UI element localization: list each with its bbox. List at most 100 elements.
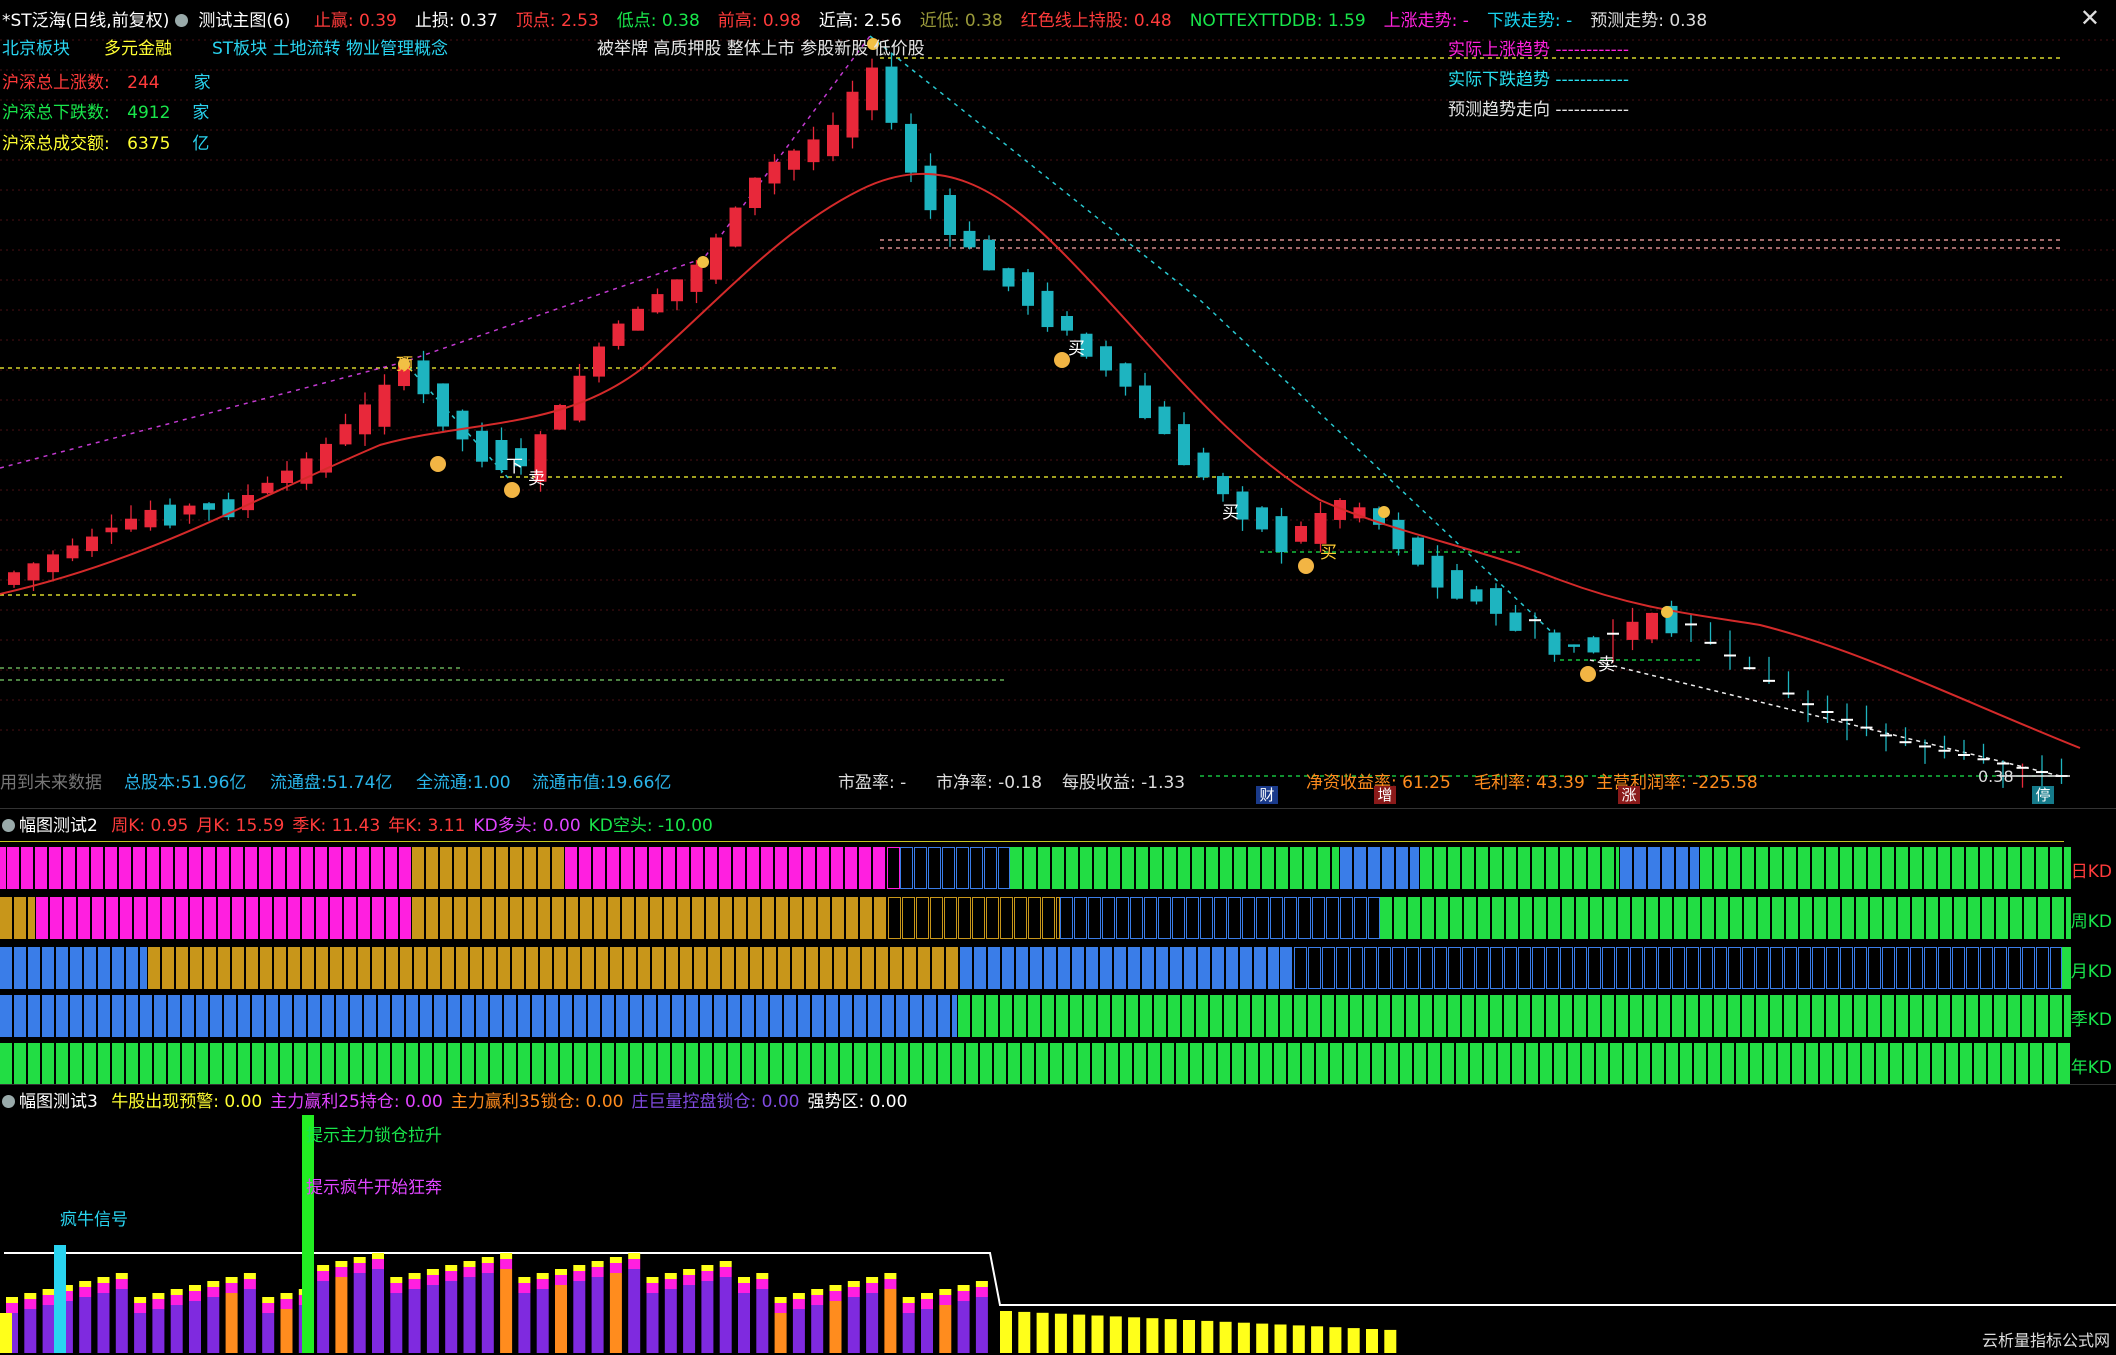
pane2-title[interactable]: 幅图测试2 <box>19 816 98 836</box>
kd-bar <box>28 897 36 939</box>
kd-bar <box>876 947 889 989</box>
kd-bar <box>1088 897 1101 939</box>
kd-bar <box>1400 1043 1413 1085</box>
kd-bar <box>944 897 957 939</box>
kd-bar <box>1518 947 1531 989</box>
kd-bar <box>1532 947 1545 989</box>
badge-increase[interactable]: 增 <box>1374 786 1396 804</box>
kd-bar <box>350 1043 363 1085</box>
kd-bar <box>154 1043 167 1085</box>
candle-body <box>866 67 878 111</box>
candle-body <box>1704 641 1717 644</box>
kd-bar <box>1742 995 1755 1037</box>
kd-bar <box>246 897 259 939</box>
main-chart-pane[interactable]: 顶下卖买买买卖 *ST泛海(日线,前复权) 测试主图(6) 止赢: 0.39止损:… <box>0 0 2116 804</box>
stock-title[interactable]: *ST泛海(日线,前复权) <box>2 11 169 31</box>
position-bar <box>536 1273 549 1279</box>
market-down-count: 沪深总下跌数: 4912 家 <box>2 103 210 123</box>
position-bar <box>353 1273 366 1353</box>
kd-bar <box>1728 947 1741 989</box>
kd-bar <box>98 995 111 1037</box>
position-bar <box>738 1293 750 1353</box>
kd-bar <box>119 847 132 889</box>
kd-bar <box>1066 847 1079 889</box>
kd-bar <box>1212 947 1225 989</box>
kd-bar <box>524 847 537 889</box>
kd-bar <box>364 995 377 1037</box>
kd-bar <box>736 947 749 989</box>
sector-finance[interactable]: 多元金融 <box>104 34 172 59</box>
sector-beijing[interactable]: 北京板块 <box>2 39 70 59</box>
kd-bar <box>1728 847 1741 889</box>
kd-bar <box>106 897 119 939</box>
pane2-settings-icon[interactable] <box>2 819 15 832</box>
kd-pane[interactable]: 幅图测试2 周K: 0.95 月K: 15.59 季K: 11.43 年K: 3.11… <box>0 808 2116 1085</box>
kd-bar <box>1130 897 1143 939</box>
kd-bar <box>468 847 481 889</box>
kd-bar <box>1792 1043 1805 1085</box>
yellow-bar <box>1384 1329 1397 1353</box>
kd-bar <box>196 1043 209 1085</box>
kd-bar <box>232 897 245 939</box>
kd-bar <box>134 897 147 939</box>
bull-signal-pane[interactable]: 幅图测试3 牛股出现预警: 0.00 主力赢利25持仓: 0.00 主力赢利35锁仓… <box>0 1084 2116 1355</box>
position-bar <box>573 1265 586 1271</box>
position-bar <box>500 1259 513 1269</box>
kd-bar <box>1856 897 1869 939</box>
kd-bar <box>1674 897 1687 939</box>
kd-row-label: 周KD <box>2070 912 2112 932</box>
kd-bar <box>882 1043 895 1085</box>
kd-bar <box>330 897 343 939</box>
sector-concepts[interactable]: ST板块 土地流转 物业管理概念 <box>212 34 448 59</box>
candle-body <box>339 424 352 445</box>
hand-pointer-icon <box>1054 352 1070 368</box>
kd-bar <box>1938 947 1951 989</box>
kd-bar <box>1806 1043 1819 1085</box>
kd-bar <box>1756 947 1769 989</box>
kd-bar <box>1308 995 1321 1037</box>
peak-star-icon <box>398 358 410 370</box>
formula-name[interactable]: 测试主图(6) <box>198 11 290 31</box>
pane3-title[interactable]: 幅图测试3 <box>19 1092 98 1112</box>
settings-circle-icon[interactable] <box>175 14 189 27</box>
buy-marker: 买 <box>1320 543 1337 563</box>
close-icon[interactable]: ✕ <box>2080 4 2100 32</box>
candle-body <box>963 230 976 248</box>
kd-bar <box>1652 1043 1665 1085</box>
candle-body <box>27 563 40 581</box>
kd-bar <box>1630 995 1643 1037</box>
kd-bar <box>510 847 523 889</box>
kd-bar <box>14 1043 27 1085</box>
candlestick-chart[interactable]: 顶下卖买买买卖 <box>0 0 2116 800</box>
badge-rise[interactable]: 涨 <box>1618 786 1640 804</box>
kd-bar <box>1064 1043 1077 1085</box>
kd-bar <box>105 847 118 889</box>
position-bar <box>829 1291 842 1301</box>
kd-bar <box>1548 897 1561 939</box>
kd-bar <box>1840 947 1853 989</box>
pane3-settings-icon[interactable] <box>2 1095 15 1108</box>
kd-bar <box>1870 897 1883 939</box>
kd-bar <box>1364 947 1377 989</box>
kd-bar <box>372 947 385 989</box>
position-bar <box>975 1281 988 1287</box>
down-marker: 下 <box>506 457 523 477</box>
kd-bar <box>168 995 181 1037</box>
position-bar <box>408 1289 421 1353</box>
kd-bar <box>1634 847 1647 889</box>
peak-star-icon <box>1661 606 1673 618</box>
kd-bar <box>986 897 999 939</box>
candle-body <box>1470 589 1483 602</box>
candle-body <box>846 91 859 138</box>
kd-bar <box>224 995 237 1037</box>
badge-finance[interactable]: 财 <box>1256 786 1278 804</box>
kd-bar <box>986 995 999 1037</box>
kd-bar <box>1784 847 1797 889</box>
badge-halt[interactable]: 停 <box>2032 786 2054 804</box>
kd-bar <box>1318 847 1331 889</box>
kd-bar <box>868 1043 881 1085</box>
kd-bar <box>56 947 69 989</box>
kd-bar <box>1270 897 1283 939</box>
header-indicator-values: 止赢: 0.39 止损: 0.37 顶点: 2.53 低点: 0.38 前高: 0.98… <box>306 11 1717 31</box>
candle-body <box>593 346 605 377</box>
